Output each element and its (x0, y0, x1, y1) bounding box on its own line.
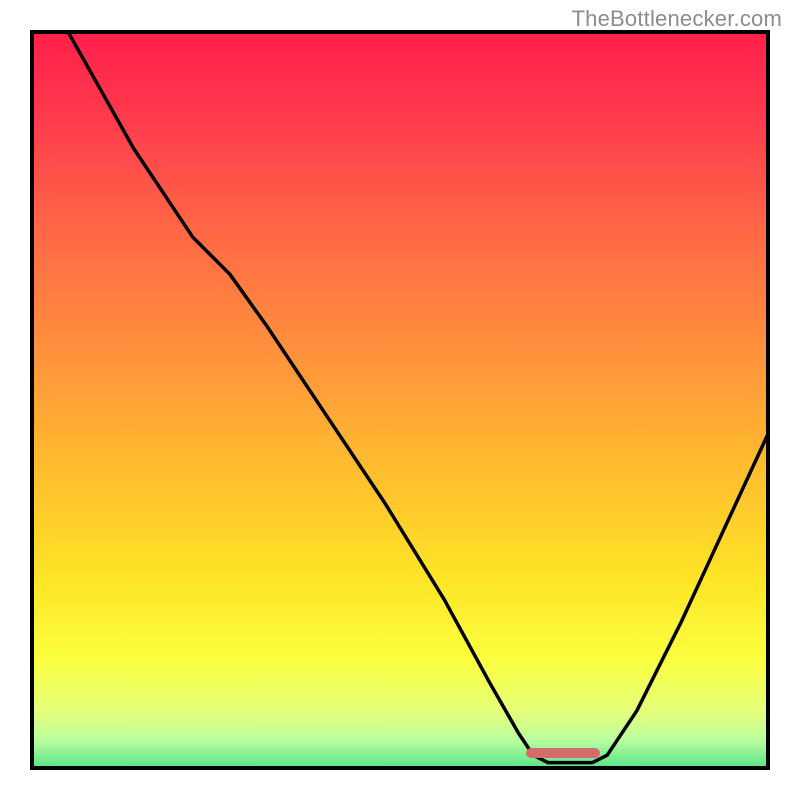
chart-curve (30, 30, 770, 770)
chart-container: TheBottlenecker.com (0, 0, 800, 800)
minimum-marker (526, 748, 600, 758)
watermark: TheBottlenecker.com (572, 6, 782, 32)
